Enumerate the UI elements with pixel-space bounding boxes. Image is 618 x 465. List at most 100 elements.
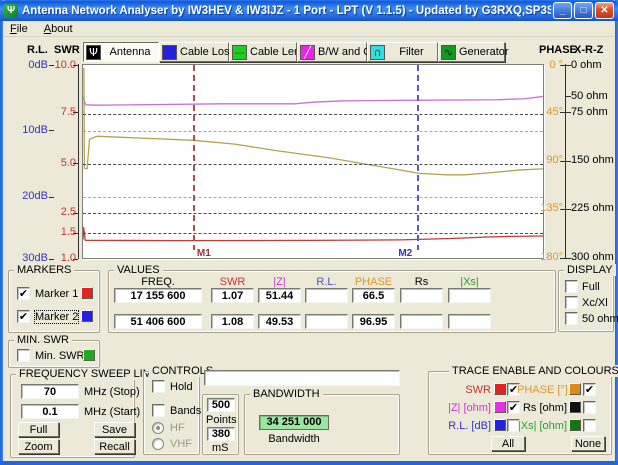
freq-stop-input[interactable] xyxy=(21,384,79,399)
chart-plot-area[interactable]: M1 M2 xyxy=(82,64,544,259)
trace-colour-swatch xyxy=(494,383,506,395)
title-bar[interactable]: Ψ Antenna Network Analyser by IW3HEV & I… xyxy=(0,0,618,21)
marker-1-checkbox[interactable]: ✔ xyxy=(17,287,30,300)
value-cell: 66.5 xyxy=(352,288,395,303)
toolbar-button-label: Antenna xyxy=(102,46,158,58)
vhf-radio[interactable] xyxy=(152,438,164,450)
trace-enable-checkbox[interactable] xyxy=(583,401,596,414)
toolbar-button-cable-length[interactable]: —Cable Length xyxy=(229,42,297,62)
full-button[interactable]: Full xyxy=(18,422,59,437)
axis-tick xyxy=(73,163,78,164)
zoom-button[interactable]: Zoom xyxy=(18,439,59,454)
all-button[interactable]: All xyxy=(491,436,525,451)
marker-2-label: Marker 2 xyxy=(35,311,78,323)
bandwidth-label: Bandwidth xyxy=(259,433,329,445)
trace-label-rs-ohm-: Rs [ohm] xyxy=(517,402,567,414)
app-window: Ψ Antenna Network Analyser by IW3HEV & I… xyxy=(0,0,618,465)
display-full-checkbox[interactable] xyxy=(565,280,578,293)
cable-length-icon: — xyxy=(232,45,247,60)
minimize-button[interactable]: _ xyxy=(553,2,572,19)
recall-button[interactable]: Recall xyxy=(94,439,135,454)
values-header-swr: SWR xyxy=(211,276,254,288)
trace-colour-swatch xyxy=(494,401,506,413)
gridline xyxy=(83,197,543,198)
trace-toolbar: ΨAntennaCable Loss—Cable Length╱B/W and … xyxy=(83,42,505,62)
menu-file[interactable]: File xyxy=(10,23,28,35)
bandwidth-value: 34 251 000 xyxy=(259,415,329,430)
points-input[interactable] xyxy=(207,398,235,412)
ms-input[interactable] xyxy=(207,427,235,441)
antenna-icon: Ψ xyxy=(86,45,101,60)
axis-tick xyxy=(566,112,571,113)
gridline xyxy=(83,114,543,115)
axis-label: 150 ohm xyxy=(571,154,615,166)
gridline xyxy=(83,233,543,234)
trace-label-swr: SWR xyxy=(429,384,491,396)
axis-tick xyxy=(566,209,571,210)
toolbar-button-cable-loss[interactable]: Cable Loss xyxy=(159,42,229,62)
min-swr-label: Min. SWR xyxy=(35,350,85,362)
axis-tick xyxy=(566,96,571,97)
hf-radio[interactable] xyxy=(152,422,164,434)
maximize-button[interactable]: □ xyxy=(574,2,593,19)
toolbar-button-label: B/W and Q xyxy=(316,46,374,58)
trace-colour-swatch xyxy=(569,401,581,413)
bands-checkbox[interactable] xyxy=(152,404,165,417)
toolbar-button-generator[interactable]: ∿Generator xyxy=(438,42,505,62)
value-cell: 1.07 xyxy=(211,288,254,303)
marker-label-m1: M1 xyxy=(197,248,211,259)
close-button[interactable]: ✕ xyxy=(595,2,614,19)
cable-loss-icon xyxy=(162,45,177,60)
display-50-ohm-checkbox[interactable] xyxy=(565,312,578,325)
value-cell: 51 406 600 xyxy=(114,314,202,329)
save-button[interactable]: Save xyxy=(94,422,135,437)
values-header-rs: Rs xyxy=(400,276,443,288)
values-header-phase: PHASE xyxy=(352,276,395,288)
value-cell xyxy=(400,288,443,303)
toolbar-button-antenna[interactable]: ΨAntenna xyxy=(83,42,159,62)
none-button[interactable]: None xyxy=(571,436,605,451)
axis-tick xyxy=(73,112,78,113)
window-title: Antenna Network Analyser by IW3HEV & IW3… xyxy=(22,5,551,17)
bandwidth-panel-title: BANDWIDTH xyxy=(250,388,323,400)
value-cell: 96.95 xyxy=(352,314,395,329)
display-xc-xl-checkbox[interactable] xyxy=(565,296,578,309)
trace-phase xyxy=(83,96,543,105)
trace-colour-swatch xyxy=(569,419,581,431)
menu-about[interactable]: About xyxy=(44,23,73,35)
trace-label-phase-: PHASE [°] xyxy=(517,384,567,396)
toolbar-button-label: Filter xyxy=(386,46,437,58)
sweep-status-field[interactable] xyxy=(204,370,400,386)
ohm-axis-labels: 0 ohm50 ohm75 ohm150 ohm225 ohm300 ohm xyxy=(571,64,615,258)
hold-label: Hold xyxy=(170,381,193,393)
marker-line-m1[interactable] xyxy=(193,65,195,250)
axis-tick xyxy=(560,258,565,259)
values-panel: VALUES FREQ.SWR|Z|R.L.PHASERs|Xs|17 155 … xyxy=(108,270,556,333)
marker-line-m2[interactable] xyxy=(417,65,419,250)
freq-start-input[interactable] xyxy=(21,404,79,419)
axis-tick xyxy=(73,233,78,234)
axis-label: 10dB xyxy=(6,124,48,136)
toolbar-button-b-w-and-q[interactable]: ╱B/W and Q xyxy=(297,42,367,62)
markers-panel-title: MARKERS xyxy=(14,264,74,276)
left-axis-line xyxy=(78,64,79,259)
marker-2-checkbox[interactable]: ✔ xyxy=(17,310,30,323)
trace-enable-checkbox[interactable] xyxy=(583,419,596,432)
controls-panel: CONTROLS HoldBandsHFVHF xyxy=(143,371,200,455)
app-icon: Ψ xyxy=(4,4,18,18)
menu-bar: File About xyxy=(3,21,615,37)
trace-enable-title: TRACE ENABLE AND COLOURS xyxy=(449,365,618,377)
trace-colour-swatch xyxy=(569,383,581,395)
hold-checkbox[interactable] xyxy=(152,380,165,393)
display-option-label: 50 ohm xyxy=(582,313,618,325)
ohm-axis-ticks xyxy=(566,64,571,259)
gridline xyxy=(83,213,543,214)
marker-label-m2: M2 xyxy=(398,248,412,259)
value-cell xyxy=(400,314,443,329)
min-swr-checkbox[interactable] xyxy=(17,349,30,362)
vhf-radio-label: VHF xyxy=(170,438,192,450)
toolbar-button-filter[interactable]: ∩Filter xyxy=(367,42,438,62)
trace-enable-checkbox[interactable]: ✔ xyxy=(583,383,596,396)
points-label: Points xyxy=(206,414,237,426)
axis-label: 20dB xyxy=(6,190,48,202)
